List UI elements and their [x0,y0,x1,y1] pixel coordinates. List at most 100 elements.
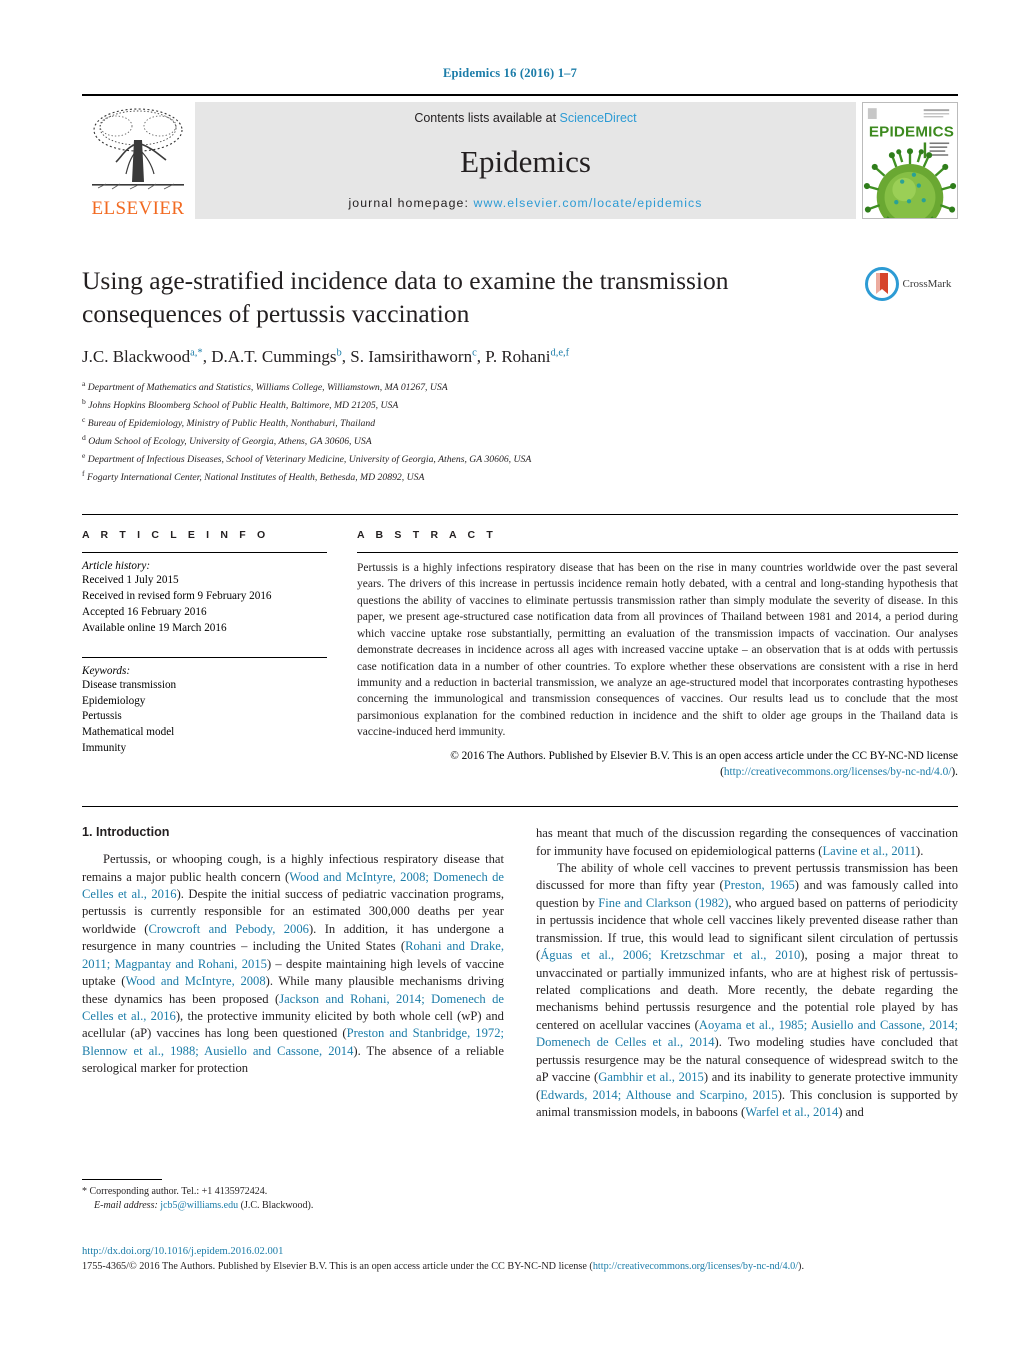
doi-link[interactable]: http://dx.doi.org/10.1016/j.epidem.2016.… [82,1245,958,1260]
affiliation-item: e Department of Infectious Diseases, Sch… [82,450,958,468]
keyword-item: Mathematical model [82,726,175,739]
email-link[interactable]: jcb5@williams.edu [160,1200,238,1211]
affiliation-item: f Fogarty International Center, National… [82,468,958,486]
author-entry: P. Rohanid,e,f [485,347,569,366]
journal-cover-thumbnail: EPIDEMICS [862,102,958,219]
intro-paragraph-left: Pertussis, or whooping cough, is a highl… [82,851,504,1078]
article-history-group: Article history: Received 1 July 2015 Re… [82,560,327,637]
footnote-email-line: E-mail address: jcb5@williams.edu (J.C. … [82,1199,504,1214]
affiliation-mark: d [82,433,86,443]
svg-text:EPIDEMICS: EPIDEMICS [869,124,954,141]
info-abstract-section: A R T I C L E I N F O Article history: R… [82,513,958,780]
divider [82,656,327,658]
citation-link[interactable]: Águas et al., 2006; Kretzschmar et al., … [540,948,800,962]
body-text: ). [916,843,924,858]
issn-copyright-pre: 1755-4365/© 2016 The Authors. Published … [82,1260,593,1272]
author-list: J.C. Blackwooda,*, D.A.T. Cummingsb, S. … [82,347,570,367]
citation-link[interactable]: Preston, 1965 [724,878,795,892]
author-entry: J.C. Blackwooda,* [82,347,203,366]
citation-link[interactable]: Lavine et al., 2011 [822,844,916,858]
affiliation-item: a Department of Mathematics and Statisti… [82,378,958,396]
article-info-heading: A R T I C L E I N F O [82,528,270,541]
email-owner: (J.C. Blackwood). [240,1200,314,1211]
affiliation-text: Bureau of Epidemiology, Ministry of Publ… [87,418,376,430]
journal-cover-image: EPIDEMICS [863,103,957,218]
divider [82,551,327,553]
elsevier-tree-icon [92,108,184,190]
email-label: E-mail address: [94,1200,158,1211]
author-name: P. Rohani [485,347,551,367]
crossmark-label: CrossMark [902,278,952,290]
paper-page: Epidemics 16 (2016) 1–7 ELSEVIER Content… [0,0,1020,1351]
affiliation-mark: b [82,397,86,407]
article-body: 1. Introduction Pertussis, or whooping c… [82,806,958,1211]
footnote-corresponding: * Corresponding author. Tel.: +1 4135972… [82,1185,504,1200]
affiliation-text: Department of Mathematics and Statistics… [87,382,448,394]
citation-link[interactable]: Warfel et al., 2014 [745,1105,838,1119]
author-entry: D.A.T. Cummingsb [211,347,342,366]
license-link[interactable]: http://creativecommons.org/licenses/by-n… [724,766,952,778]
crossmark-icon [864,267,899,301]
history-item: Received 1 July 2015 [82,573,179,586]
elsevier-logo: ELSEVIER [82,102,194,219]
body-column-left: 1. Introduction Pertussis, or whooping c… [82,825,504,1211]
divider [82,1178,162,1180]
footer-license-link[interactable]: http://creativecommons.org/licenses/by-n… [593,1261,798,1272]
elsevier-wordmark: ELSEVIER [91,198,185,219]
citation-link[interactable]: Wood and McIntyre, 2008 [125,974,265,988]
citation-link[interactable]: Crowcroft and Pebody, 2006 [148,922,308,936]
journal-title: Epidemics [460,144,591,179]
affiliation-text: Fogarty International Center, National I… [86,472,425,484]
footer-copyright: 1755-4365/© 2016 The Authors. Published … [82,1260,958,1274]
affiliation-mark: e [82,451,86,461]
crossmark-badge[interactable]: CrossMark [858,267,958,301]
citation-link[interactable]: Edwards, 2014; Althouse and Scarpino, 20… [540,1088,778,1102]
intro-paragraph-right-2: The ability of whole cell vaccines to pr… [536,860,958,1122]
homepage-prefix: journal homepage: [348,196,474,210]
affiliation-text: Department of Infectious Diseases, Schoo… [87,454,532,466]
section-heading-introduction: 1. Introduction [82,825,170,840]
contents-available-line: Contents lists available at ScienceDirec… [414,111,636,125]
affiliation-mark: f [82,469,85,479]
page-footer: http://dx.doi.org/10.1016/j.epidem.2016.… [82,1245,958,1274]
affiliation-item: c Bureau of Epidemiology, Ministry of Pu… [82,414,958,432]
keyword-item: Immunity [82,742,127,755]
abstract-body: Pertussis is a highly infections respira… [357,561,958,739]
author-marks: c [472,347,477,359]
sciencedirect-link[interactable]: ScienceDirect [560,111,637,125]
history-item: Received in revised form 9 February 2016 [82,589,272,602]
abstract-heading: A B S T R A C T [357,528,497,541]
journal-homepage-line: journal homepage: www.elsevier.com/locat… [348,196,702,210]
keyword-item: Epidemiology [82,694,146,707]
keywords-label: Keywords: [82,664,131,677]
divider [357,551,958,553]
footnote-star: * [82,1185,87,1197]
affiliation-mark: c [82,415,86,425]
citation-link[interactable]: Gambhir et al., 2015 [598,1070,704,1084]
article-history-list: Received 1 July 2015 Received in revised… [82,573,327,637]
author-entry: S. Iamsirithawornc [350,347,477,366]
intro-paragraph-right-1: has meant that much of the discussion re… [536,825,958,860]
affiliation-mark: a [82,379,86,389]
author-name: J.C. Blackwood [82,347,191,367]
citation-link[interactable]: Fine and Clarkson (1982) [598,896,728,910]
running-head: Epidemics 16 (2016) 1–7 [442,66,578,80]
journal-header: ELSEVIER Contents lists available at Sci… [82,94,958,219]
title-area: CrossMark Using age-stratified incidence… [82,265,958,486]
corresponding-author-footnote: * Corresponding author. Tel.: +1 4135972… [82,1178,504,1214]
journal-homepage-link[interactable]: www.elsevier.com/locate/epidemics [474,196,703,210]
keyword-item: Pertussis [82,710,122,723]
footnote-corresponding-text: Corresponding author. Tel.: +1 413597242… [89,1185,268,1197]
keyword-item: Disease transmission [82,678,177,691]
affiliation-list: a Department of Mathematics and Statisti… [82,378,958,486]
keywords-group: Keywords: Disease transmission Epidemiol… [82,665,327,758]
history-item: Accepted 16 February 2016 [82,605,207,618]
body-column-right: has meant that much of the discussion re… [536,825,958,1121]
copyright-tail: ). [951,765,958,778]
affiliation-text: Johns Hopkins Bloomberg School of Public… [88,400,399,412]
issn-copyright-post: ). [798,1260,804,1272]
author-marks: a,* [190,347,203,359]
author-name: S. Iamsirithaworn [350,347,473,367]
contents-prefix: Contents lists available at [414,111,560,125]
article-history-label: Article history: [82,559,151,572]
